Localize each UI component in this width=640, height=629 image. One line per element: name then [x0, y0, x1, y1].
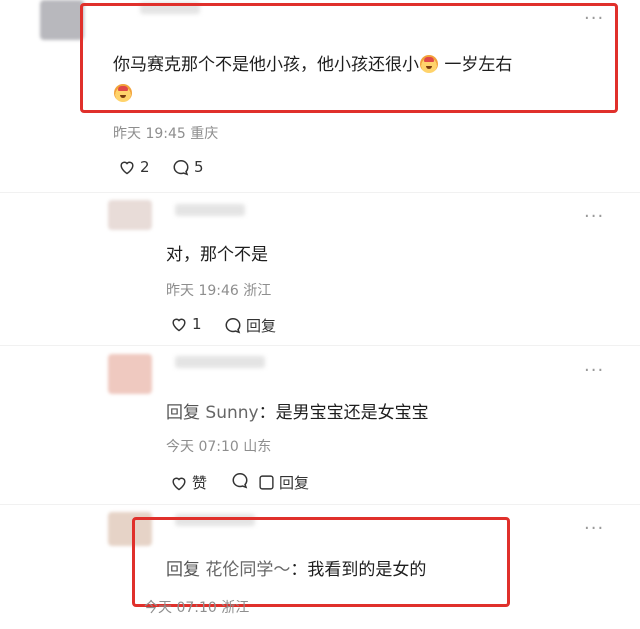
location: 浙江 — [243, 283, 272, 299]
reply-count-button[interactable]: 5 — [172, 158, 204, 176]
crying-face-emoji — [420, 55, 438, 73]
like-button[interactable]: 2 — [118, 158, 150, 176]
like-count: 2 — [140, 158, 150, 176]
crying-face-emoji — [114, 84, 132, 102]
like-label: 赞 — [192, 474, 208, 492]
comment-body: ：是男宝宝还是女宝宝 — [258, 403, 429, 423]
comment-bubble-icon — [225, 317, 241, 334]
username-blurred[interactable] — [175, 204, 245, 216]
timestamp: 今天 07:10 — [144, 600, 217, 616]
comment-meta: 昨天 19:46 浙江 — [166, 280, 271, 300]
comment-meta: 昨天 19:45 重庆 — [113, 123, 218, 143]
heart-icon — [172, 477, 186, 490]
heart-icon — [172, 318, 186, 332]
reply-label: 回复 — [279, 474, 310, 492]
comment-text: 你马赛克那个不是他小孩，他小孩还很小 一岁左右 — [113, 55, 513, 75]
avatar[interactable] — [108, 200, 152, 230]
comment-meta: 今天 07:10 山东 — [166, 436, 271, 456]
like-button[interactable]: 赞 — [170, 472, 207, 493]
like-button[interactable]: 1 — [170, 315, 202, 333]
reply-label: 回复 — [246, 317, 277, 335]
location: 山东 — [243, 439, 272, 455]
avatar[interactable] — [40, 0, 84, 40]
reply-button[interactable]: 回复 — [258, 472, 309, 493]
comment-text: 回复 花伦同学～：我看到的是女的 — [166, 555, 426, 580]
comment-body: ：我看到的是女的 — [290, 560, 427, 580]
comment-text: 回复 Sunny：是男宝宝还是女宝宝 — [166, 398, 429, 423]
timestamp: 昨天 19:45 — [113, 126, 186, 142]
timestamp: 今天 07:10 — [166, 439, 239, 455]
avatar[interactable] — [108, 354, 152, 394]
comment-icon-button[interactable] — [231, 472, 253, 489]
reply-prefix: 回复 — [166, 560, 200, 580]
comment-bubble-icon — [173, 159, 189, 175]
reply-to-username[interactable]: Sunny — [205, 403, 258, 423]
timestamp: 昨天 19:46 — [166, 283, 239, 299]
more-options-icon[interactable]: ··· — [584, 518, 604, 539]
comment-emoji-line — [113, 84, 133, 103]
comment-meta: 今天 07:10 浙江 — [144, 597, 249, 617]
divider — [0, 504, 640, 505]
reply-prefix: 回复 — [166, 403, 200, 423]
reply-to-username[interactable]: 花伦同学～ — [205, 560, 290, 580]
more-options-icon[interactable]: ··· — [584, 206, 604, 227]
comment-bubble-icon — [232, 472, 248, 489]
more-options-icon[interactable]: ··· — [584, 360, 604, 381]
username-blurred[interactable] — [175, 356, 265, 368]
heart-icon — [120, 161, 134, 175]
comment-text: 对，那个不是 — [166, 245, 268, 265]
location: 重庆 — [190, 126, 219, 142]
reply-button[interactable]: 回复 — [224, 315, 276, 336]
like-count: 1 — [192, 315, 202, 333]
reply-count: 5 — [194, 158, 204, 176]
location: 浙江 — [221, 600, 250, 616]
divider — [0, 192, 640, 193]
reply-square-icon — [259, 475, 274, 490]
divider — [0, 345, 640, 346]
